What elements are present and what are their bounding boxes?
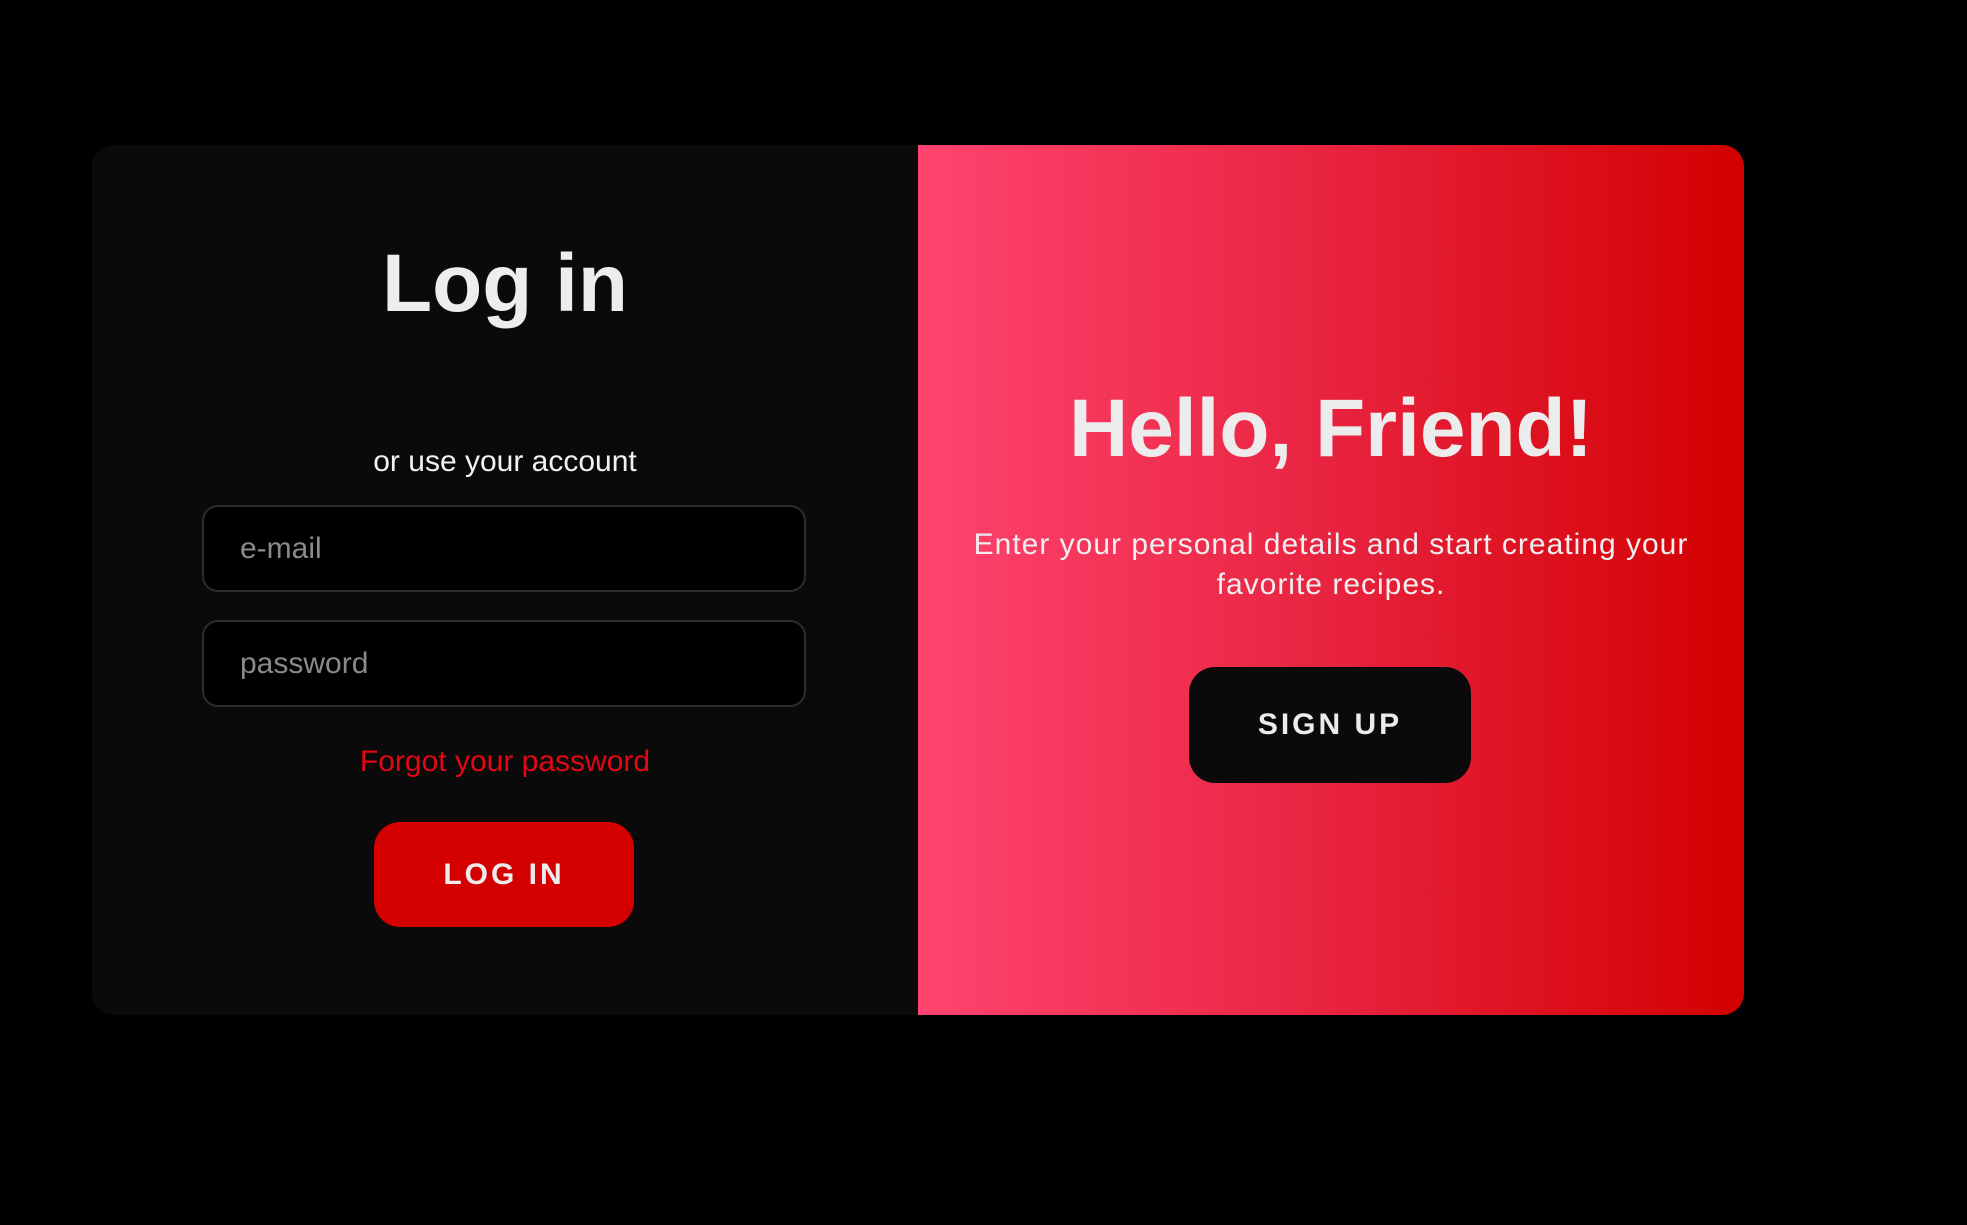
alternative-login-text: or use your account: [373, 445, 637, 478]
signup-title: Hello, Friend!: [1069, 383, 1593, 474]
login-panel: Log in or use your account Forgot your p…: [92, 145, 918, 1015]
password-field[interactable]: [202, 620, 806, 707]
login-title: Log in: [382, 238, 628, 329]
login-button[interactable]: LOG IN: [374, 822, 634, 927]
signup-panel: Hello, Friend! Enter your personal detai…: [918, 145, 1744, 1015]
auth-card: Log in or use your account Forgot your p…: [92, 145, 1744, 1015]
email-field[interactable]: [202, 505, 806, 592]
forgot-password-link[interactable]: Forgot your password: [92, 745, 918, 779]
signup-description: Enter your personal details and start cr…: [973, 528, 1689, 601]
signup-button[interactable]: SIGN UP: [1189, 667, 1471, 783]
